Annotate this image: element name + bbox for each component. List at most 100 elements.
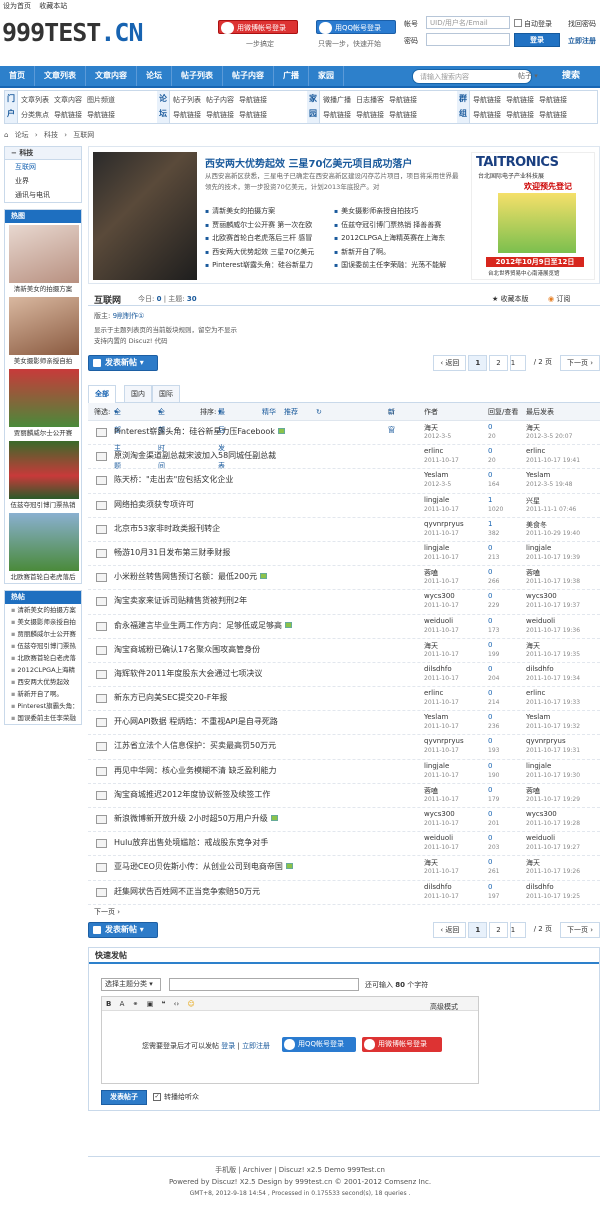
- subnav-link[interactable]: 导航链接: [506, 111, 534, 119]
- subnav-link[interactable]: 导航链接: [54, 111, 82, 119]
- search-type-select[interactable]: 帖子 ▾: [518, 71, 538, 81]
- thread-last-poster[interactable]: Yeslam: [526, 713, 550, 721]
- thread-author[interactable]: erlinc: [424, 689, 443, 697]
- subnav-link[interactable]: 导航链接: [323, 111, 351, 119]
- subnav-link[interactable]: 文章列表: [21, 96, 49, 104]
- thread-author[interactable]: Yeslam: [424, 471, 448, 479]
- thread-last-poster[interactable]: qyvnrpryus: [526, 737, 566, 745]
- pager-back[interactable]: ‹ 返回: [433, 921, 467, 938]
- thread-title[interactable]: 江苏省立法个人信息保护：买卖最高罚50万元: [114, 740, 414, 751]
- thread-title[interactable]: Hulu放弃出售处境尴尬：戒战股东竞争对手: [114, 837, 414, 848]
- table-row[interactable]: 淘宝商城粉已确认17名聚众围攻高管身份 海天 2011-10-17 0 199 海天 201…: [88, 639, 600, 663]
- thread-author[interactable]: erlinc: [424, 447, 443, 455]
- link-icon[interactable]: ⚭: [133, 1000, 139, 1008]
- thread-author[interactable]: weiduoli: [424, 834, 453, 842]
- site-logo[interactable]: 999TEST.CN: [2, 18, 144, 47]
- filter-digest[interactable]: 精华: [262, 403, 276, 421]
- table-row[interactable]: Hulu放弃出售处境尴尬：戒战股东竞争对手 weiduoli 2011-10-17 0…: [88, 832, 600, 857]
- thread-author[interactable]: 海天: [424, 858, 438, 868]
- thread-title[interactable]: 再见中华网：核心业务模糊不清 缺乏盈利能力: [114, 765, 414, 776]
- new-post-button-bottom[interactable]: 发表新帖 ▾: [88, 921, 158, 938]
- qq-login-button[interactable]: 用QQ帐号登录: [316, 20, 396, 34]
- refresh-icon[interactable]: ↻: [316, 403, 322, 421]
- smiley-icon[interactable]: ☺: [187, 1000, 194, 1008]
- filter-recommend[interactable]: 推荐: [284, 403, 298, 421]
- thread-title[interactable]: 赶集网状告百姓网不正当竞争索赔50万元: [114, 886, 414, 897]
- subnav-link[interactable]: 导航链接: [473, 111, 501, 119]
- feature-link[interactable]: 国误委前主任李荣融：光荡不能解: [334, 259, 463, 273]
- breadcrumb-tech[interactable]: 科技: [44, 131, 58, 139]
- subnav-link[interactable]: 微播广播: [323, 96, 351, 104]
- category-item-industry[interactable]: 业界: [5, 174, 81, 188]
- thread-title[interactable]: 开心网API数据 程炳皓：不重视API是自寻死路: [114, 716, 414, 727]
- tab-international[interactable]: 国际: [152, 385, 180, 402]
- code-icon[interactable]: ‹›: [174, 1000, 180, 1008]
- hot-post-link[interactable]: 新新开自了啊。: [5, 688, 81, 700]
- account-input[interactable]: UID/用户名/Email: [426, 16, 510, 29]
- feature-link[interactable]: 新新开自了啊。: [334, 246, 463, 260]
- subnav-link[interactable]: 导航链接: [539, 111, 567, 119]
- thread-author[interactable]: weiduoli: [424, 617, 453, 625]
- nav-home-space[interactable]: 家园: [309, 66, 344, 86]
- thread-author[interactable]: lingjale: [424, 544, 449, 552]
- thread-last-poster[interactable]: wycs300: [526, 592, 557, 600]
- font-color-icon[interactable]: A: [120, 1000, 125, 1008]
- breadcrumb-forum[interactable]: 论坛: [15, 131, 29, 139]
- login-button[interactable]: 登录: [514, 33, 560, 47]
- pager-page-1[interactable]: 1: [468, 355, 488, 371]
- subnav-link[interactable]: 分类焦点: [21, 111, 49, 119]
- pager-next[interactable]: 下一页 ›: [559, 921, 600, 938]
- table-row[interactable]: 赶集网状告百姓网不正当竞争索赔50万元 dilsdhfo 2011-10-17 0 19…: [88, 881, 600, 905]
- hot-post-link[interactable]: 2012CLPGA上海精: [5, 664, 81, 676]
- subnav-link[interactable]: 导航链接: [356, 111, 384, 119]
- table-row[interactable]: 海辉软件2011年度股东大会通过七项决议 dilsdhfo 2011-10-17 0 2…: [88, 663, 600, 688]
- feature-link[interactable]: 北欧赛首轮白老虎落后三杆 感冒: [205, 232, 334, 246]
- table-row[interactable]: 北京市53家非时政类报刊转企 qyvnrpryus 2011-10-17 1 382 美食…: [88, 518, 600, 542]
- thread-title[interactable]: 淘宝商城粉已确认17名聚众围攻高管身份: [114, 644, 414, 655]
- hot-pic-item[interactable]: 美女摄影师亲授自拍: [5, 295, 81, 367]
- thread-title[interactable]: 俞永福建言毕业生两工作方向：足够低或足够高: [114, 620, 414, 631]
- hot-post-link[interactable]: 贾丽麟威尔士公开赛: [5, 628, 81, 640]
- thread-title[interactable]: 淘宝商城推迟2012年度协议新签及续签工作: [114, 789, 414, 800]
- pager-page-2[interactable]: 2: [489, 921, 508, 938]
- thread-title[interactable]: 畅游10月31日发布第三财季财报: [114, 547, 414, 558]
- ad-banner[interactable]: TAITRONICS 台北国际电子产业科技展 欢迎预先登记 2012年10月9日…: [471, 152, 595, 280]
- thread-last-poster[interactable]: Yeslam: [526, 471, 550, 479]
- subnav-link[interactable]: 导航链接: [539, 96, 567, 104]
- thread-author[interactable]: dilsdhfo: [424, 883, 452, 891]
- register-link[interactable]: 立即注册: [568, 36, 596, 46]
- hot-post-link[interactable]: 伍兹夺冠引博门票热: [5, 640, 81, 652]
- feature-link[interactable]: 西安两大优势起效 三星70亿美元: [205, 246, 334, 260]
- editor-register-link[interactable]: 立即注册: [242, 1042, 270, 1050]
- table-row[interactable]: 原浏淘金渠道副总裁宋波加入58同城任副总裁 erlinc 2011-10-17 0 20…: [88, 445, 600, 470]
- thread-author[interactable]: qyvnrpryus: [424, 520, 464, 528]
- table-row[interactable]: Pinterest崭露头角：硅谷新星力压Facebook 海天 2012-3-5 0 2…: [88, 421, 600, 446]
- hot-pic-item[interactable]: 北欧赛首轮白老虎落后: [5, 511, 81, 583]
- editor-weibo-login-button[interactable]: 用微博帐号登录: [362, 1036, 442, 1052]
- thread-title[interactable]: 亚马逊CEO贝佐斯小传：从创业公司到电商帝国: [114, 861, 414, 872]
- nav-thread-content[interactable]: 帖子内容: [223, 66, 274, 86]
- pager-next[interactable]: 下一页 ›: [559, 355, 600, 371]
- subnav-link[interactable]: 导航链接: [389, 96, 417, 104]
- subnav-link[interactable]: 帖子列表: [173, 96, 201, 104]
- filter-all-time[interactable]: 全部时间 ▾: [158, 403, 165, 470]
- post-editor[interactable]: B A ⚭ ▣ ❝ ‹› ☺ 高级模式 您需要登录后才可以发帖 登录 | 立即注…: [101, 995, 479, 1084]
- thread-author[interactable]: Yeslam: [424, 713, 448, 721]
- nav-article-list[interactable]: 文章列表: [35, 66, 86, 86]
- thread-last-poster[interactable]: 蓉嗑: [526, 568, 540, 578]
- table-row[interactable]: 畅游10月31日发布第三财季财报 lingjale 2011-10-17 0 213 li…: [88, 542, 600, 567]
- bold-icon[interactable]: B: [106, 1000, 111, 1008]
- sort-select[interactable]: 最后发表 ▾: [218, 403, 225, 470]
- sync-checkbox[interactable]: ✓: [153, 1092, 161, 1101]
- moderator-link[interactable]: 9削制作①: [113, 312, 145, 320]
- thread-last-poster[interactable]: weiduoli: [526, 617, 555, 625]
- thread-title[interactable]: 小米粉丝转售网售预订名额：最低200元: [114, 571, 414, 582]
- table-row[interactable]: 淘宝商城推迟2012年度协议新签及续签工作 蓉嗑 2011-10-17 0 179 蓉嗑 2…: [88, 784, 600, 808]
- thread-title[interactable]: Pinterest崭露头角：硅谷新星力压Facebook: [114, 426, 414, 437]
- search-input[interactable]: 请输入搜索内容: [412, 69, 532, 84]
- thread-title[interactable]: 新浪微博新开放升级 2小时超50万用户升级: [114, 813, 414, 824]
- thread-author[interactable]: 蓉嗑: [424, 786, 438, 796]
- thread-author[interactable]: lingjale: [424, 496, 449, 504]
- nav-article-content[interactable]: 文章内容: [86, 66, 137, 86]
- thread-author[interactable]: wycs300: [424, 810, 455, 818]
